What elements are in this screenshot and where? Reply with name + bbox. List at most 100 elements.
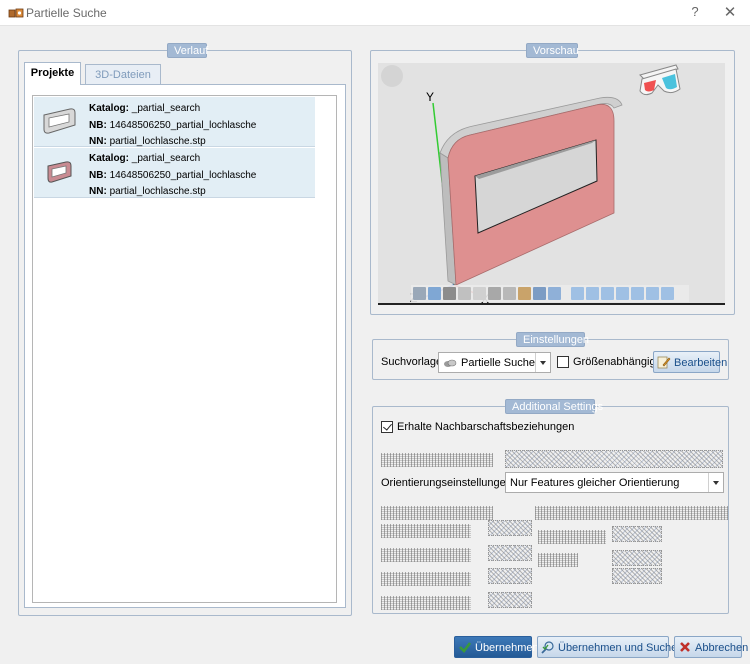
einstellungen-group-title: Einstellungen: [516, 332, 589, 347]
check-icon: [459, 642, 472, 653]
tab-3d-dateien[interactable]: 3D-Dateien: [85, 64, 161, 85]
groessen-label: Größenabhängig: [573, 356, 656, 368]
preview-viewport[interactable]: Y Z X: [378, 63, 725, 303]
katalog-value: _partial_search: [131, 103, 201, 114]
preview-base-line: [378, 303, 725, 305]
blurred-field: [612, 568, 662, 584]
blurred-field: [612, 526, 662, 542]
nachbarschaft-checkbox[interactable]: [381, 421, 393, 433]
nb-key: NB:: [89, 170, 107, 181]
view-front-icon[interactable]: [571, 287, 584, 300]
uebernehmen-label: Übernehmen: [475, 642, 539, 654]
verlauf-group-title: Verlauf: [167, 43, 208, 58]
view-left-icon[interactable]: [601, 287, 614, 300]
blurred-field: [488, 545, 532, 561]
nn-key: NN:: [89, 136, 107, 147]
axis-y-label: Y: [426, 90, 434, 104]
nachbarschaft-label: Erhalte Nachbarschaftsbeziehungen: [397, 421, 575, 433]
groessen-checkbox[interactable]: [557, 356, 569, 368]
blurred-field: [505, 450, 723, 468]
blurred-label: [538, 553, 578, 567]
title-bar: Partielle Suche ? ✕: [0, 0, 750, 26]
nn-value: partial_lochlasche.stp: [109, 136, 206, 147]
part-thumbnail: [43, 108, 76, 134]
orientierung-label: Orientierungseinstellungen:: [381, 477, 515, 489]
orientierung-value: Nur Features gleicher Orientierung: [510, 477, 680, 489]
view-icon[interactable]: [428, 287, 441, 300]
project-katalog: Katalog: _partial_search: [89, 103, 200, 114]
bearbeiten-button[interactable]: Bearbeiten: [653, 351, 727, 373]
tab-projekte-label: Projekte: [30, 67, 75, 79]
window-title: Partielle Suche: [26, 6, 107, 20]
blurred-label: [381, 453, 493, 467]
blurred-label: [381, 548, 471, 562]
grid-icon[interactable]: [503, 287, 516, 300]
blurred-label: [381, 506, 493, 520]
viewcube-orb: [381, 65, 403, 87]
project-list[interactable]: Katalog: _partial_search NB: 14648506250…: [32, 95, 337, 603]
chevron-down-icon[interactable]: [708, 473, 723, 492]
view-back-icon[interactable]: [586, 287, 599, 300]
uebernehmen-button[interactable]: Übernehmen: [454, 636, 539, 658]
close-button[interactable]: ✕: [722, 3, 738, 21]
view-right-icon[interactable]: [616, 287, 629, 300]
orientierung-select[interactable]: Nur Features gleicher Orientierung: [505, 472, 724, 493]
suchvorlage-select[interactable]: Partielle Suche: [438, 352, 551, 373]
template-icon: [444, 359, 457, 367]
blurred-field: [488, 568, 532, 584]
project-katalog: Katalog: _partial_search: [89, 153, 200, 164]
project-nn: NN: partial_lochlasche.stp: [89, 186, 206, 197]
list-item[interactable]: Katalog: _partial_search NB: 14648506250…: [34, 148, 315, 198]
nn-value: partial_lochlasche.stp: [109, 186, 206, 197]
view-iso-icon[interactable]: [661, 287, 674, 300]
blurred-label: [538, 530, 606, 544]
cube-icon[interactable]: [413, 287, 426, 300]
chevron-down-icon[interactable]: [535, 353, 550, 372]
view-top-icon[interactable]: [631, 287, 644, 300]
tab-3d-dateien-label: 3D-Dateien: [95, 69, 151, 81]
view-bottom-icon[interactable]: [646, 287, 659, 300]
katalog-value: _partial_search: [131, 153, 201, 164]
vorschau-group-title: Vorschau: [526, 43, 579, 58]
uebernehmen-suchen-button[interactable]: Übernehmen und Suchen: [537, 636, 683, 658]
search-icon: [541, 641, 554, 654]
nb-key: NB:: [89, 120, 107, 131]
abbrechen-button[interactable]: Abbrechen: [674, 636, 748, 658]
gear-icon[interactable]: [533, 287, 546, 300]
abbrechen-label: Abbrechen: [695, 642, 749, 654]
list-item[interactable]: Katalog: _partial_search NB: 14648506250…: [34, 97, 315, 147]
nb-value: 14648506250_partial_lochlasche: [109, 120, 257, 131]
katalog-key: Katalog:: [89, 153, 129, 164]
blurred-label: [381, 596, 471, 610]
edit-icon: [657, 356, 671, 369]
box-icon[interactable]: [443, 287, 456, 300]
suchvorlage-value: Partielle Suche: [461, 357, 535, 369]
preview-toolbar: [411, 285, 689, 302]
blurred-label: [381, 572, 471, 586]
project-nb: NB: 14648506250_partial_lochlasche: [89, 120, 256, 131]
app-icon: [8, 8, 24, 18]
nn-key: NN:: [89, 186, 107, 197]
light-icon[interactable]: [473, 287, 486, 300]
tab-projekte[interactable]: Projekte: [24, 62, 81, 85]
nb-value: 14648506250_partial_lochlasche: [109, 170, 257, 181]
arrow-icon[interactable]: [458, 287, 471, 300]
cancel-icon: [680, 642, 690, 652]
blurred-field: [488, 520, 532, 536]
uebernehmen-suchen-label: Übernehmen und Suchen: [558, 642, 684, 654]
additional-settings-title: Additional Settings: [505, 399, 603, 414]
bearbeiten-label: Bearbeiten: [674, 357, 728, 369]
blurred-label: [535, 506, 728, 520]
suchvorlage-label: Suchvorlage:: [381, 356, 446, 368]
blurred-label: [381, 524, 471, 538]
project-nb: NB: 14648506250_partial_lochlasche: [89, 170, 256, 181]
preview-scene: Y Z X: [381, 64, 681, 303]
part-thumbnail: [47, 161, 72, 183]
sphere-icon[interactable]: [518, 287, 531, 300]
blurred-field: [612, 550, 662, 566]
help-button[interactable]: ?: [689, 4, 701, 19]
frame-icon[interactable]: [548, 287, 561, 300]
filter-icon[interactable]: [488, 287, 501, 300]
project-nn: NN: partial_lochlasche.stp: [89, 136, 206, 147]
stereo-glasses-icon[interactable]: [639, 64, 681, 96]
